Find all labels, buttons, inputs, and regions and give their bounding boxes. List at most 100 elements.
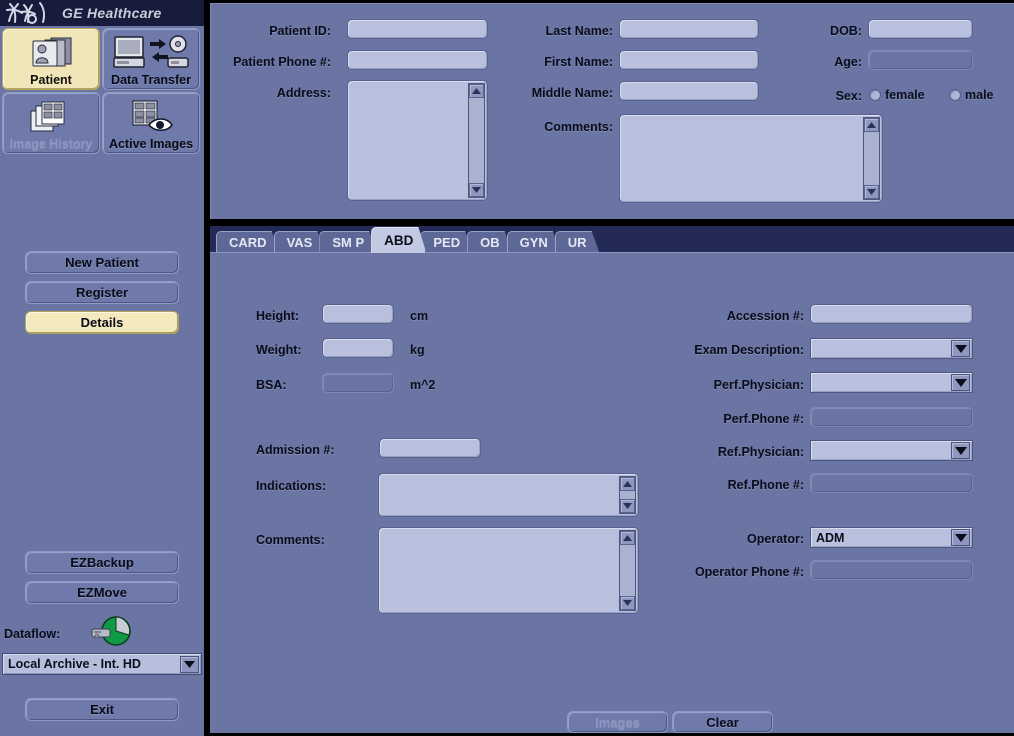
middle-name-input[interactable] <box>619 81 759 101</box>
bsa-unit: m^2 <box>410 378 436 392</box>
sex-option-label: male <box>965 88 994 102</box>
ref-phone-input[interactable] <box>810 473 973 493</box>
tab-card[interactable]: CARD <box>216 231 280 253</box>
perf-physician-select[interactable] <box>810 372 973 393</box>
tab-gyn[interactable]: GYN <box>507 231 561 253</box>
nav-tile-data-transfer[interactable]: Data Transfer <box>102 28 200 90</box>
tab-ur[interactable]: UR <box>555 231 600 253</box>
ref-physician-label: Ref.Physician: <box>717 445 804 459</box>
operator-phone-label: Operator Phone #: <box>694 565 804 579</box>
exam-description-select[interactable] <box>810 338 973 359</box>
exit-button[interactable]: Exit <box>25 698 179 721</box>
patient-phone-input[interactable] <box>347 50 488 70</box>
scroll-up-icon[interactable] <box>864 118 879 132</box>
bsa-input[interactable] <box>322 373 394 393</box>
sex-radio-female[interactable]: female <box>869 88 925 102</box>
accession-input[interactable] <box>810 304 973 324</box>
tab-smp[interactable]: SM P <box>319 231 377 253</box>
dataflow-selected-value: Local Archive - Int. HD <box>8 657 141 671</box>
nav-tile-label: Data Transfer <box>111 73 191 87</box>
nav-tile-label: Active Images <box>108 137 194 151</box>
scroll-down-icon[interactable] <box>864 185 879 199</box>
comments-textarea[interactable] <box>619 114 883 203</box>
nav-tile-image-history[interactable]: Image History <box>2 92 100 154</box>
nav-tile-active-images[interactable]: Active Images <box>102 92 200 154</box>
chevron-down-icon[interactable] <box>951 529 970 546</box>
patient-phone-label: Patient Phone #: <box>233 55 331 69</box>
ezbackup-button[interactable]: EZBackup <box>25 551 179 574</box>
tab-ped[interactable]: PED <box>420 231 473 253</box>
image-history-icon <box>27 97 75 137</box>
indications-textarea[interactable] <box>378 473 639 517</box>
scroll-down-icon[interactable] <box>620 499 635 513</box>
perf-phone-label: Perf.Phone #: <box>723 412 804 426</box>
last-name-label: Last Name: <box>545 24 613 38</box>
tab-vas[interactable]: VAS <box>274 231 326 253</box>
ref-phone-label: Ref.Phone #: <box>727 478 804 492</box>
age-input[interactable] <box>868 50 973 70</box>
chevron-down-icon[interactable] <box>951 340 970 357</box>
clear-button[interactable]: Clear <box>672 711 773 733</box>
ge-monogram-icon <box>6 2 45 24</box>
chevron-down-icon[interactable] <box>951 374 970 391</box>
ref-physician-select[interactable] <box>810 440 973 461</box>
exam-comments-scrollbar[interactable] <box>619 530 636 611</box>
new-patient-button[interactable]: New Patient <box>25 251 179 274</box>
dataflow-select[interactable]: Local Archive - Int. HD <box>2 653 202 675</box>
chevron-down-icon[interactable] <box>951 442 970 459</box>
dob-input[interactable] <box>868 19 973 39</box>
admission-label: Admission #: <box>256 443 335 457</box>
patient-id-input[interactable] <box>347 19 488 39</box>
scroll-down-icon[interactable] <box>469 183 484 197</box>
indications-label: Indications: <box>256 479 327 493</box>
nav-tile-label: Patient <box>30 73 72 87</box>
tab-ob[interactable]: OB <box>467 231 513 253</box>
exam-comments-textarea[interactable] <box>378 527 639 614</box>
weight-label: Weight: <box>256 343 302 357</box>
data-transfer-icon <box>112 33 190 73</box>
nav-tile-patient[interactable]: Patient <box>2 28 100 90</box>
age-label: Age: <box>834 55 862 69</box>
details-button[interactable]: Details <box>25 311 179 334</box>
address-textarea[interactable] <box>347 80 488 201</box>
exam-description-label: Exam Description: <box>694 343 804 357</box>
last-name-input[interactable] <box>619 19 759 39</box>
accession-label: Accession #: <box>726 309 804 323</box>
operator-label: Operator: <box>747 532 804 546</box>
sidebar: GE Healthcare Patient Data Transfer Imag… <box>0 0 204 736</box>
brand-title: GE Healthcare <box>62 5 162 21</box>
scroll-down-icon[interactable] <box>620 596 635 610</box>
scroll-up-icon[interactable] <box>469 84 484 98</box>
radio-dot-icon <box>869 89 881 101</box>
operator-select[interactable]: ADM <box>810 527 973 548</box>
height-input[interactable] <box>322 304 394 324</box>
register-button[interactable]: Register <box>25 281 179 304</box>
weight-input[interactable] <box>322 338 394 358</box>
height-label: Height: <box>256 309 300 323</box>
operator-value: ADM <box>816 530 845 545</box>
images-button[interactable]: Images <box>567 711 668 733</box>
admission-input[interactable] <box>379 438 481 458</box>
indications-scrollbar[interactable] <box>619 476 636 514</box>
comments-label: Comments: <box>544 120 613 134</box>
first-name-label: First Name: <box>544 55 613 69</box>
comments-scrollbar[interactable] <box>863 117 880 200</box>
sex-radio-male[interactable]: male <box>949 88 994 102</box>
perf-phone-input[interactable] <box>810 407 973 427</box>
height-unit: cm <box>410 309 429 323</box>
scroll-up-icon[interactable] <box>620 531 635 545</box>
chevron-down-icon[interactable] <box>180 655 199 673</box>
perf-physician-label: Perf.Physician: <box>713 378 804 392</box>
dataflow-pie-disk-icon <box>90 616 132 653</box>
address-scrollbar[interactable] <box>468 83 485 198</box>
patient-id-label: Patient ID: <box>269 24 331 38</box>
sex-option-label: female <box>885 88 925 102</box>
first-name-input[interactable] <box>619 50 759 70</box>
ezmove-button[interactable]: EZMove <box>25 581 179 604</box>
address-label: Address: <box>276 86 331 100</box>
tab-strip: CARD VAS SM P ABD PED OB GYN UR <box>210 226 1014 253</box>
patient-folder-icon <box>25 33 77 73</box>
operator-phone-input[interactable] <box>810 560 973 580</box>
scroll-up-icon[interactable] <box>620 477 635 491</box>
tab-abd[interactable]: ABD <box>371 227 426 253</box>
